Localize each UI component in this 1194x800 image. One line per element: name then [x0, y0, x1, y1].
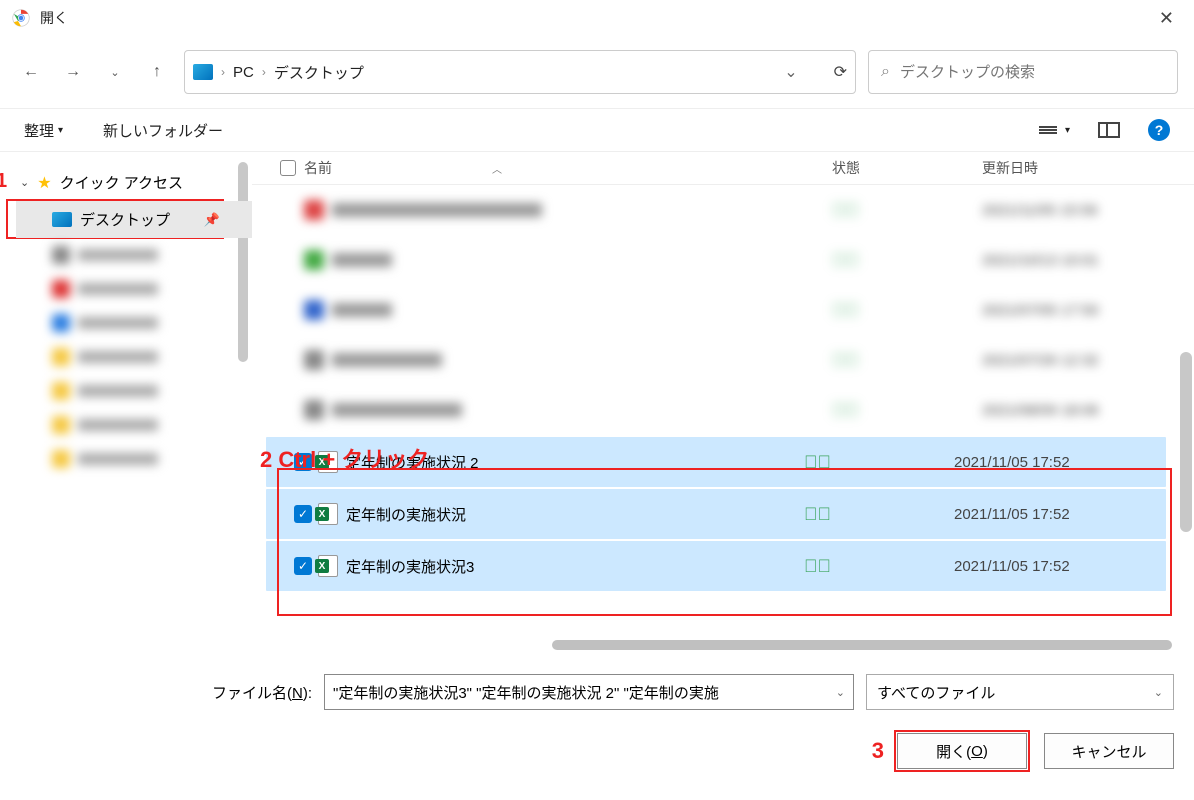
sidebar-item-blurred[interactable]	[16, 408, 252, 442]
select-all-checkbox[interactable]	[280, 160, 296, 176]
file-date: 2021/11/05 17:52	[954, 506, 1154, 523]
pin-icon: 📌	[204, 212, 220, 228]
sidebar-item-blurred[interactable]	[16, 340, 252, 374]
forward-button[interactable]: →	[58, 57, 88, 87]
title-bar: 開く ✕	[0, 0, 1194, 36]
breadcrumb-sep: ›	[221, 65, 225, 79]
filetype-combobox[interactable]: すべてのファイル⌄	[866, 674, 1174, 710]
file-row-blurred[interactable]: ✓⃝2021/11/05 15:56	[252, 185, 1194, 235]
file-date: 2021/11/05 17:52	[954, 558, 1154, 575]
file-header: 名前 ︿ 状態 更新日時	[252, 152, 1194, 185]
excel-icon	[318, 503, 338, 525]
status-icon: ✓⃝	[804, 556, 954, 577]
new-folder-button[interactable]: 新しいフォルダー	[103, 120, 223, 141]
chevron-down-icon: ⌄	[20, 176, 29, 189]
row-checkbox[interactable]: ✓	[294, 505, 312, 523]
file-row-blurred[interactable]: ✓⃝2021/07/26 12:32	[252, 335, 1194, 385]
annotation-2: 2 Ctrl + クリック	[260, 442, 429, 474]
nav-row: ← → ⌄ ↑ › PC › デスクトップ ⌄ ⟳ ⌕	[0, 36, 1194, 108]
file-date: 2021/11/05 17:52	[954, 454, 1154, 471]
header-status[interactable]: 状態	[832, 158, 982, 178]
file-name: 定年制の実施状況	[346, 504, 466, 525]
breadcrumb-pc[interactable]: PC	[233, 64, 254, 81]
horizontal-scrollbar[interactable]	[552, 640, 1172, 650]
sidebar-item-blurred[interactable]	[16, 272, 252, 306]
sort-icon: ︿	[492, 161, 502, 176]
file-row-selected[interactable]: ✓ 定年制の実施状況3 ✓⃝2021/11/05 17:52	[266, 541, 1166, 591]
quick-access-label: クイック アクセス	[60, 172, 183, 193]
file-list: 名前 ︿ 状態 更新日時 ✓⃝2021/11/05 15:56✓⃝2021/10/…	[252, 152, 1194, 656]
search-icon: ⌕	[881, 63, 890, 81]
location-icon	[193, 64, 213, 80]
back-button[interactable]: ←	[16, 57, 46, 87]
sidebar-item-blurred[interactable]	[16, 442, 252, 476]
sidebar-item-blurred[interactable]	[16, 374, 252, 408]
address-dropdown-icon[interactable]: ⌄	[784, 62, 797, 82]
header-date[interactable]: 更新日時	[982, 158, 1182, 178]
header-name[interactable]: 名前	[304, 158, 332, 178]
chrome-icon	[12, 9, 30, 27]
breadcrumb-sep: ›	[262, 65, 266, 79]
file-row-blurred[interactable]: ✓⃝2021/08/09 18:06	[252, 385, 1194, 435]
close-button[interactable]: ✕	[1151, 4, 1182, 33]
main-area: 1 ⌄ ★ クイック アクセス デスクトップ 📌 名前︿ 状態 更新日時 ✓⃝2…	[0, 152, 1194, 656]
search-input[interactable]	[900, 64, 1165, 81]
filename-label: ファイル名(N):	[212, 682, 312, 703]
star-icon: ★	[37, 173, 51, 193]
file-row-blurred[interactable]: ✓⃝2021/07/05 17:50	[252, 285, 1194, 335]
status-icon: ✓⃝	[804, 452, 954, 473]
help-button[interactable]: ?	[1148, 119, 1170, 141]
file-name: 定年制の実施状況3	[346, 556, 474, 577]
desktop-label: デスクトップ	[80, 209, 170, 230]
history-dropdown[interactable]: ⌄	[100, 57, 130, 87]
sidebar-quick-access[interactable]: ⌄ ★ クイック アクセス	[16, 164, 252, 201]
desktop-icon	[52, 212, 72, 227]
toolbar: 整理▾ 新しいフォルダー ▾ ?	[0, 108, 1194, 152]
file-row-blurred[interactable]: ✓⃝2021/10/13 10:01	[252, 235, 1194, 285]
sidebar: ⌄ ★ クイック アクセス デスクトップ 📌	[0, 152, 252, 656]
refresh-button[interactable]: ⟳	[834, 62, 847, 82]
search-box[interactable]: ⌕	[868, 50, 1178, 94]
excel-icon	[318, 555, 338, 577]
up-button[interactable]: ↑	[142, 57, 172, 87]
breadcrumb-desktop[interactable]: デスクトップ	[274, 62, 364, 83]
list-view-icon	[1039, 126, 1057, 134]
open-button[interactable]: 開く(O)	[897, 733, 1027, 769]
sidebar-item-desktop[interactable]: デスクトップ 📌	[16, 201, 252, 238]
address-bar[interactable]: › PC › デスクトップ ⌄ ⟳	[184, 50, 856, 94]
cancel-button[interactable]: キャンセル	[1044, 733, 1174, 769]
filename-combobox[interactable]: "定年制の実施状況3" "定年制の実施状況 2" "定年制の実施⌄	[324, 674, 854, 710]
preview-pane-button[interactable]	[1098, 122, 1120, 138]
annotation-box-3: 開く(O)	[894, 730, 1030, 772]
footer: ファイル名(N): "定年制の実施状況3" "定年制の実施状況 2" "定年制の…	[0, 656, 1194, 784]
sidebar-item-blurred[interactable]	[16, 238, 252, 272]
sidebar-item-blurred[interactable]	[16, 306, 252, 340]
file-row-selected[interactable]: ✓ 定年制の実施状況 ✓⃝2021/11/05 17:52	[266, 489, 1166, 539]
row-checkbox[interactable]: ✓	[294, 557, 312, 575]
view-menu[interactable]: ▾	[1039, 125, 1070, 136]
annotation-3: 3	[872, 738, 884, 764]
window-title: 開く	[40, 8, 68, 28]
status-icon: ✓⃝	[804, 504, 954, 525]
organize-menu[interactable]: 整理▾	[24, 120, 63, 141]
